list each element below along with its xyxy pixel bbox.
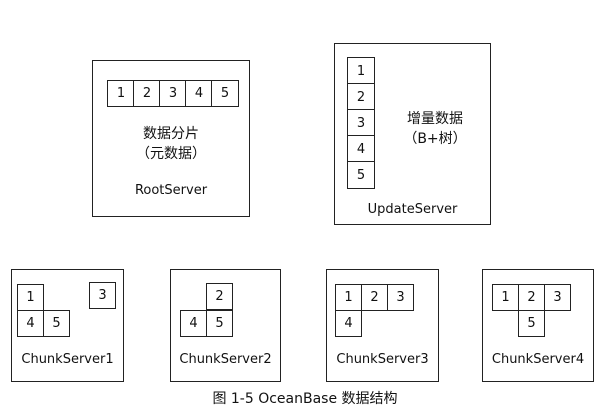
root-server-tablet-cell: 3 [159,80,187,107]
chunk-server-tablet-cell: 4 [17,310,44,337]
update-server-btree-cell: 3 [347,109,375,137]
root-server-tablet-cell: 1 [107,80,135,107]
chunk-server-tablet-cell: 5 [518,310,545,337]
update-server-btree-cell: 1 [347,57,375,85]
chunk-server-tablet-cell: 5 [43,310,70,337]
root-server-box: 1 2 3 4 5 数据分片 （元数据） RootServer [92,60,250,217]
chunk-server-1-box: 1 3 4 5 ChunkServer1 [11,269,124,382]
chunk-server-tablet-cell: 3 [89,282,116,309]
chunk-server-2-box: 2 4 5 ChunkServer2 [170,269,281,382]
chunk-server-tablet-cell: 2 [518,284,545,311]
root-server-tablet-cell: 5 [211,80,239,107]
update-server-description: 增量数据 [407,111,463,127]
chunk-server-tablet-cell: 3 [544,284,571,311]
chunk-server-1-label: ChunkServer1 [21,352,114,367]
chunk-server-4-label: ChunkServer4 [491,352,585,367]
update-server-btree-cell: 4 [347,135,375,163]
chunk-server-tablet-cell: 5 [206,310,233,337]
chunk-server-tablet-cell: 1 [17,284,44,311]
update-server-box: 1 2 3 4 5 增量数据 （B+树） UpdateServer [334,43,491,225]
root-server-description: 数据分片 [143,126,199,142]
update-server-btree-cell: 2 [347,83,375,111]
chunk-server-tablet-cell: 2 [361,284,388,311]
root-server-tablet-cell: 2 [133,80,161,107]
chunk-server-tablet-cell: 2 [206,283,233,310]
chunk-server-tablet-cell: 4 [180,310,207,337]
chunk-server-tablet-cell: 1 [492,284,519,311]
chunk-server-tablet-cell: 4 [335,310,362,337]
chunk-server-tablet-cell: 1 [335,284,362,311]
root-server-description-sub: （元数据） [136,146,206,162]
figure-caption: 图 1-5 OceanBase 数据结构 [212,391,398,407]
chunk-server-4-box: 1 2 3 5 ChunkServer4 [482,269,594,382]
update-server-description-sub: （B+树） [403,131,467,147]
chunk-server-3-box: 1 2 3 4 ChunkServer3 [326,269,439,382]
chunk-server-tablet-cell: 3 [387,284,414,311]
chunk-server-3-label: ChunkServer3 [336,352,429,367]
update-server-btree-cell: 5 [347,161,375,189]
chunk-server-2-label: ChunkServer2 [179,352,272,367]
update-server-label: UpdateServer [367,202,458,217]
root-server-tablet-cell: 4 [185,80,213,107]
root-server-label: RootServer [134,183,208,198]
